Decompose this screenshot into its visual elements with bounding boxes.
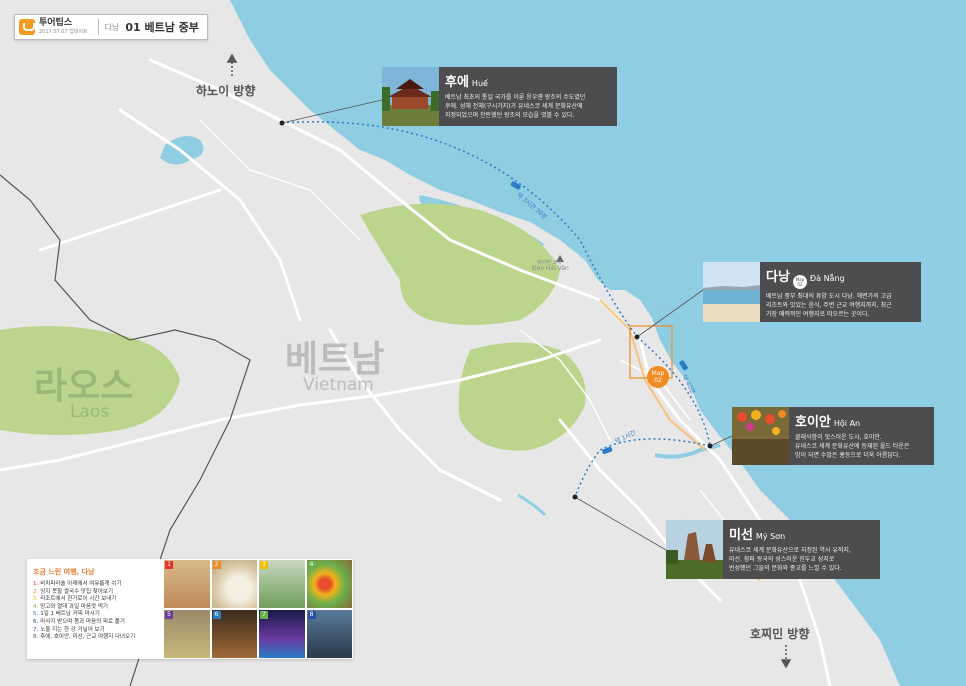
danang-photo [703,262,760,322]
danang-map-badge[interactable]: Map 02 [792,275,807,289]
danang-name: 다낭 [766,270,790,285]
tip-item: 8. 후에, 호이안, 미선, 근교 여행지 다녀오기 [33,634,136,641]
tip-photo-2: 2 [210,559,258,609]
danang-latin-name: Đà Nẵng [809,274,845,283]
tip-photo-3: 3 [258,559,306,609]
hoian-latin-name: Hội An [833,419,861,428]
tips-title: 조금 느린 여행, 다낭 [33,568,95,576]
myson-card-body: 미선 Mỹ Sơn 유네스코 세계 문화유산으로 지정된 역사 유적지, 미선.… [723,520,857,579]
hoian-description: 클래식함이 멋스러운 도시, 호이안. 유네스코 세계 문화유산에 등재된 올드… [795,434,910,459]
hoian-name: 호이안 [795,415,831,430]
hue-photo [382,67,439,126]
tip-photo-6: 6 [210,609,258,659]
laos-label-en: Laos [70,402,110,422]
hue-latin-name: Huế [471,79,488,88]
hoian-photo [732,407,789,465]
danang-card-body: 다낭 Map 02 Đà Nẵng 베트남 중부 최대의 휴양 도시 다낭. 해… [760,262,898,322]
hoian-marker[interactable] [707,443,713,449]
hoian-card[interactable]: 호이안 Hội An 클래식함이 멋스러운 도시, 호이안. 유네스코 세계 문… [732,407,934,465]
vietnam-label-en: Vietnam [303,375,374,395]
hue-palace-image [382,67,439,126]
tips-list: 1. 비치파라솔 아래에서 여유롭게 쉬기 2. 잉지 못할 쌀국수 맛집 찾아보기… [33,581,135,642]
tips-photo-grid: 1 2 3 4 5 6 7 8 [163,559,353,659]
page-header: 투어팁스 2017.07.07 업데이트 다낭 01 베트남 중부 [14,14,208,40]
hue-card-body: 후에 Huế 베트남 최초의 통일 국가를 이룬 응우옌 왕조의 수도였던 후에… [439,67,591,126]
tip-photo-8: 8 [305,609,353,659]
tip-item: 1. 비치파라솔 아래에서 여유롭게 쉬기 [33,581,122,587]
brand-name: 투어팁스 [39,18,73,28]
tip-photo-4: 4 [305,559,353,609]
myson-temple-image [666,520,723,579]
page-title: 01 베트남 중부 [125,21,199,34]
tip-photo-1: 1 [163,559,211,609]
myson-card[interactable]: 미선 Mỹ Sơn 유네스코 세계 문화유산으로 지정된 역사 유적지, 미선.… [666,520,880,579]
hue-description: 베트남 최초의 통일 국가를 이룬 응우옌 왕조의 수도였던 후에. 성채 전체… [445,94,586,119]
header-divider [97,19,99,35]
hue-marker[interactable] [279,120,285,126]
myson-description: 유네스코 세계 문화유산으로 지정된 역사 유적지, 미선. 참파 왕국의 성스… [729,547,851,572]
tip-item: 3. 리조트에서 한가로이 시간 보내기 [33,596,117,603]
hoian-lantern-image [732,407,789,465]
brand: 투어팁스 2017.07.07 업데이트 [39,19,88,35]
danang-description: 베트남 중부 최대의 휴양 도시 다낭. 해변가의 고급 리조트와 맛있는 음식… [766,293,892,318]
hcmc-direction-label: 호찌민 방향 [750,627,810,641]
map-02-marker-line2: 02 [654,377,662,384]
slow-travel-tips: 조금 느린 여행, 다낭 1. 비치파라솔 아래에서 여유롭게 쉬기 2. 잉지 못… [27,559,353,659]
danang-marker[interactable] [634,334,640,340]
brand-date: 2017.07.07 업데이트 [39,29,88,35]
tip-item: 6. 마사지 받으며 몸과 마음의 피로 풀기 [33,618,125,625]
danang-card[interactable]: 다낭 Map 02 Đà Nẵng 베트남 중부 최대의 휴양 도시 다낭. 해… [703,262,921,322]
hoian-card-body: 호이안 Hội An 클래식함이 멋스러운 도시, 호이안. 유네스코 세계 문… [789,407,915,465]
tip-item: 5. 1일 1 베트남 커피 마시기 [33,611,100,618]
tip-photo-5: 5 [163,609,211,659]
map-02-marker-text[interactable]: Map 02 [647,370,669,384]
myson-photo [666,520,723,579]
myson-latin-name: Mỹ Sơn [755,532,786,541]
danang-beach-image [703,262,760,322]
pass-label-en: Đèo Hải Vân [532,265,569,272]
tourtips-logo-icon [19,19,35,35]
myson-name: 미선 [729,528,753,543]
hue-name: 후에 [445,75,469,90]
hanoi-direction-label: 하노이 방향 [196,84,256,98]
header-city: 다낭 [104,22,120,32]
myson-marker[interactable] [572,494,578,500]
map-02-marker-line1: Map [651,370,665,377]
hue-card[interactable]: 후에 Huế 베트남 최초의 통일 국가를 이룬 응우옌 왕조의 수도였던 후에… [382,67,617,126]
tip-photo-7: 7 [258,609,306,659]
